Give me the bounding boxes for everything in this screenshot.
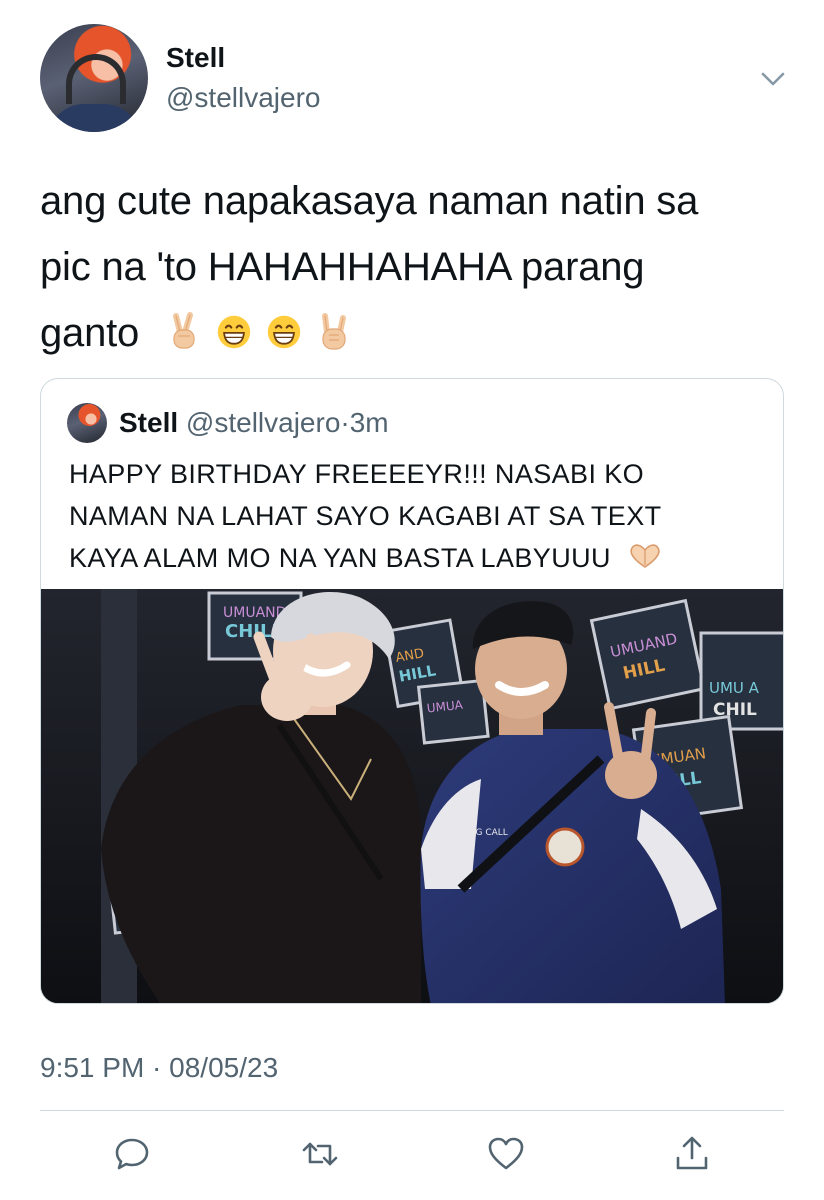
tweet-text: ang cute napakasaya naman natin sa pic n… [40, 168, 800, 366]
divider [40, 1110, 784, 1111]
author-name[interactable]: Stell [166, 42, 225, 74]
svg-text:COMING CALL: COMING CALL [445, 828, 508, 838]
svg-text:UMU A: UMU A [709, 679, 760, 697]
separator-dot: · [340, 407, 350, 438]
emoji-group [166, 312, 352, 352]
grinning-face-icon [267, 315, 301, 349]
wall-poster: UMUAND HILL [589, 598, 706, 711]
retweet-icon[interactable] [300, 1134, 340, 1174]
wall-poster: UMU A CHIL [699, 631, 783, 731]
wall-poster: UMUA [416, 678, 490, 745]
tweet-text-line: pic na 'to HAHAHHAHAHA parang [40, 245, 645, 289]
quoted-text-line: HAPPY BIRTHDAY FREEEEYR!!! NASABI KO [69, 459, 645, 489]
quoted-tweet-header: Stell @stellvajero·3m [119, 407, 389, 439]
heart-hands-icon [630, 544, 660, 568]
quoted-text-segment: KAYA ALAM MO NA YAN BASTA LABYUUU [69, 543, 611, 573]
tweet-text-segment: ganto [40, 311, 140, 355]
quoted-author-handle: @stellvajero [185, 407, 341, 438]
victory-hand-icon [173, 312, 195, 349]
quoted-author-avatar [67, 403, 107, 443]
quoted-time: 3m [349, 407, 389, 438]
author-handle[interactable]: @stellvajero [166, 82, 320, 114]
reply-icon[interactable] [112, 1134, 152, 1174]
chevron-down-icon[interactable] [758, 64, 788, 94]
quoted-tweet[interactable]: Stell @stellvajero·3m HAPPY BIRTHDAY FRE… [40, 378, 784, 1004]
tweet-text-line: ang cute napakasaya naman natin sa [40, 179, 699, 223]
quoted-photo[interactable]: UMUAND CHILL AND HILL UMUAND HILL UMU A … [41, 589, 784, 1004]
rock-on-hand-icon [322, 313, 347, 350]
author-avatar[interactable] [40, 24, 148, 132]
action-bar [0, 1130, 824, 1180]
share-icon[interactable] [672, 1134, 712, 1174]
quoted-author-name: Stell [119, 407, 179, 438]
tweet-text-line: ganto [40, 300, 800, 366]
quoted-tweet-text: HAPPY BIRTHDAY FREEEEYR!!! NASABI KO NAM… [69, 453, 759, 579]
like-icon[interactable] [486, 1134, 526, 1174]
quoted-text-line: KAYA ALAM MO NA YAN BASTA LABYUUU [69, 537, 759, 579]
tweet-timestamp[interactable]: 9:51 PM · 08/05/23 [40, 1052, 278, 1084]
tweet-detail: Stell @stellvajero ang cute napakasaya n… [0, 0, 824, 1200]
grinning-face-icon [217, 315, 251, 349]
quoted-text-line: NAMAN NA LAHAT SAYO KAGABI AT SA TEXT [69, 501, 662, 531]
